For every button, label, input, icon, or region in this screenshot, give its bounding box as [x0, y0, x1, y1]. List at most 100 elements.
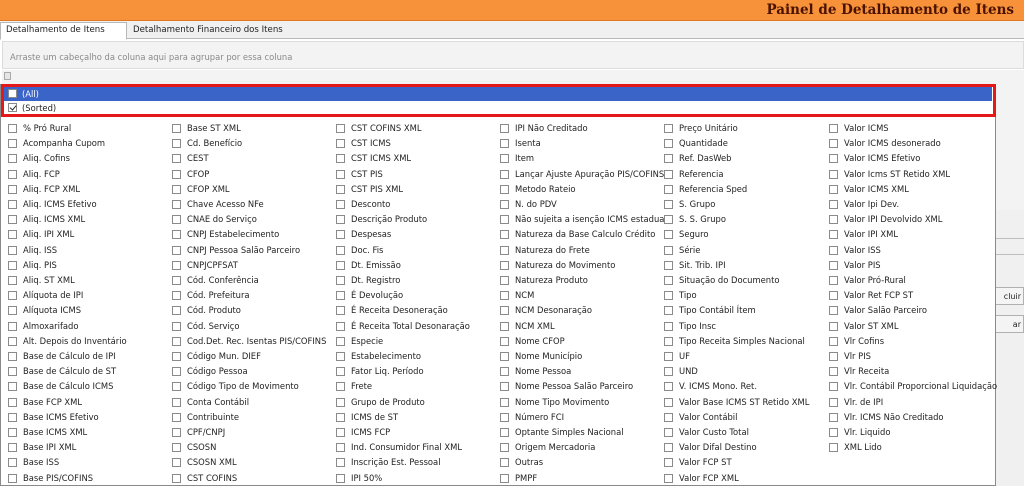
column-option-checkbox[interactable] — [336, 443, 345, 453]
column-option-checkbox[interactable] — [664, 291, 673, 301]
group-by-panel[interactable]: Arraste um cabeçalho da coluna aqui para… — [2, 41, 1024, 69]
column-option-checkbox[interactable] — [8, 200, 17, 209]
column-option-checkbox[interactable] — [500, 306, 509, 316]
column-option-checkbox[interactable] — [8, 367, 17, 377]
column-option-checkbox[interactable] — [8, 124, 17, 133]
column-option-checkbox[interactable] — [336, 428, 345, 437]
column-option-checkbox[interactable] — [172, 367, 181, 377]
column-option-checkbox[interactable] — [172, 382, 181, 392]
column-option-checkbox[interactable] — [8, 321, 17, 331]
column-option-checkbox[interactable] — [500, 184, 509, 194]
column-option-checkbox[interactable] — [829, 230, 838, 240]
column-option-checkbox[interactable] — [500, 336, 509, 346]
column-option-checkbox[interactable] — [500, 428, 509, 437]
column-option-checkbox[interactable] — [664, 412, 673, 422]
column-option-checkbox[interactable] — [8, 306, 17, 316]
column-option-checkbox[interactable] — [8, 139, 17, 149]
column-option-checkbox[interactable] — [8, 412, 17, 422]
column-chooser-button[interactable] — [4, 72, 11, 80]
column-option-checkbox[interactable] — [336, 245, 345, 255]
column-option-checkbox[interactable] — [664, 321, 673, 331]
column-option-checkbox[interactable] — [829, 443, 838, 453]
column-option-checkbox[interactable] — [500, 291, 509, 301]
column-option-checkbox[interactable] — [8, 184, 17, 194]
tab-detalhamento-financeiro[interactable]: Detalhamento Financeiro dos Itens — [128, 23, 288, 39]
column-option-checkbox[interactable] — [829, 306, 838, 316]
column-option-checkbox[interactable] — [172, 306, 181, 316]
column-option-checkbox[interactable] — [500, 154, 509, 164]
column-option-checkbox[interactable] — [829, 245, 838, 255]
column-option-checkbox[interactable] — [172, 443, 181, 453]
column-option-checkbox[interactable] — [500, 443, 509, 453]
column-option-checkbox[interactable] — [336, 184, 345, 194]
column-option-checkbox[interactable] — [336, 473, 345, 483]
column-option-checkbox[interactable] — [664, 245, 673, 255]
column-option-checkbox[interactable] — [664, 336, 673, 346]
column-option-checkbox[interactable] — [336, 276, 345, 285]
column-option-checkbox[interactable] — [829, 184, 838, 194]
column-option-checkbox[interactable] — [829, 169, 838, 179]
column-option-checkbox[interactable] — [500, 260, 509, 270]
include-button[interactable]: cluir — [995, 287, 1024, 305]
column-option-checkbox[interactable] — [829, 154, 838, 164]
column-option-checkbox[interactable] — [829, 397, 838, 407]
column-option-checkbox[interactable] — [8, 428, 17, 437]
column-option-checkbox[interactable] — [664, 139, 673, 149]
column-option-checkbox[interactable] — [336, 215, 345, 225]
column-option-checkbox[interactable] — [8, 336, 17, 346]
column-option-checkbox[interactable] — [664, 276, 673, 285]
column-option-checkbox[interactable] — [829, 139, 838, 149]
column-option-checkbox[interactable] — [664, 382, 673, 392]
column-option-checkbox[interactable] — [500, 230, 509, 240]
column-option-checkbox[interactable] — [336, 306, 345, 316]
column-option-checkbox[interactable] — [172, 336, 181, 346]
column-option-checkbox[interactable] — [829, 291, 838, 301]
column-option-checkbox[interactable] — [829, 367, 838, 377]
column-option-checkbox[interactable] — [829, 124, 838, 133]
column-option-checkbox[interactable] — [8, 260, 17, 270]
column-option-checkbox[interactable] — [664, 428, 673, 437]
column-option-checkbox[interactable] — [500, 367, 509, 377]
column-option-checkbox[interactable] — [664, 367, 673, 377]
column-option-checkbox[interactable] — [172, 200, 181, 209]
column-option-checkbox[interactable] — [172, 169, 181, 179]
column-option-checkbox[interactable] — [336, 291, 345, 301]
column-option-checkbox[interactable] — [500, 200, 509, 209]
column-option-checkbox[interactable] — [500, 458, 509, 468]
column-option-checkbox[interactable] — [8, 291, 17, 301]
column-option-checkbox[interactable] — [172, 321, 181, 331]
column-option-checkbox[interactable] — [172, 291, 181, 301]
column-option-checkbox[interactable] — [500, 276, 509, 285]
column-option-checkbox[interactable] — [336, 382, 345, 392]
column-option-checkbox[interactable] — [829, 336, 838, 346]
column-option-checkbox[interactable] — [336, 352, 345, 361]
column-option-checkbox[interactable] — [336, 336, 345, 346]
column-option-checkbox[interactable] — [172, 184, 181, 194]
column-option-checkbox[interactable] — [664, 306, 673, 316]
column-option-checkbox[interactable] — [664, 200, 673, 209]
column-option-checkbox[interactable] — [500, 245, 509, 255]
column-option-checkbox[interactable] — [172, 154, 181, 164]
column-option-checkbox[interactable] — [336, 397, 345, 407]
column-option-checkbox[interactable] — [8, 276, 17, 285]
column-option-checkbox[interactable] — [664, 230, 673, 240]
column-option-checkbox[interactable] — [664, 215, 673, 225]
column-option-checkbox[interactable] — [664, 169, 673, 179]
column-option-checkbox[interactable] — [336, 230, 345, 240]
column-option-checkbox[interactable] — [829, 215, 838, 225]
column-option-checkbox[interactable] — [829, 276, 838, 285]
column-option-checkbox[interactable] — [500, 139, 509, 149]
column-option-checkbox[interactable] — [664, 352, 673, 361]
column-option-checkbox[interactable] — [336, 139, 345, 149]
column-option-checkbox[interactable] — [829, 352, 838, 361]
column-option-checkbox[interactable] — [500, 169, 509, 179]
column-option-checkbox[interactable] — [664, 184, 673, 194]
column-option-checkbox[interactable] — [172, 412, 181, 422]
column-option-checkbox[interactable] — [664, 473, 673, 483]
column-option-checkbox[interactable] — [500, 321, 509, 331]
column-option-checkbox[interactable] — [8, 458, 17, 468]
column-option-checkbox[interactable] — [8, 215, 17, 225]
column-option-checkbox[interactable] — [172, 139, 181, 149]
column-option-checkbox[interactable] — [664, 443, 673, 453]
column-option-checkbox[interactable] — [172, 352, 181, 361]
